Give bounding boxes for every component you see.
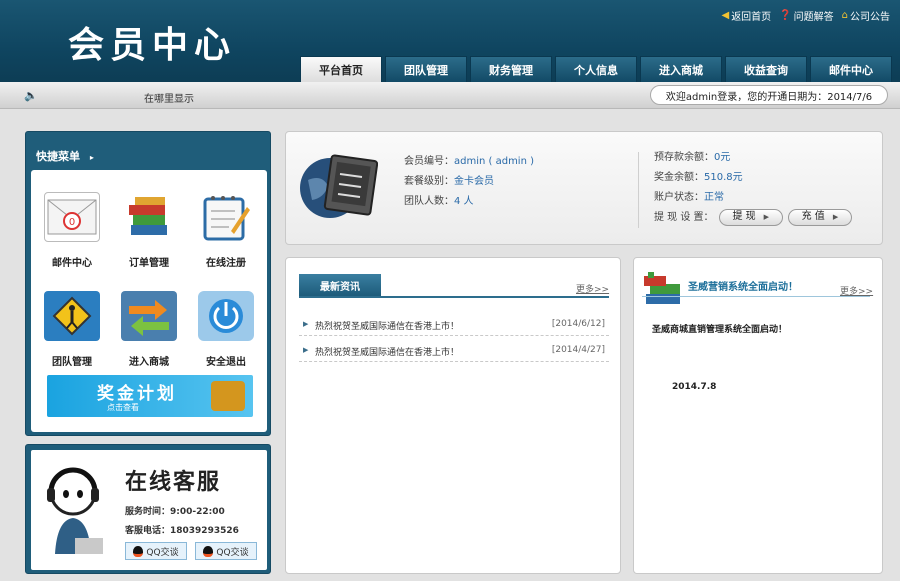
bullet-icon: ▶ — [303, 320, 309, 328]
quick-item-logout[interactable]: 安全退出 — [191, 291, 261, 368]
quick-item-label: 团队管理 — [52, 357, 92, 368]
quick-item-label: 订单管理 — [129, 258, 169, 269]
bonus-plan-banner[interactable]: 奖金计划 点击查看 — [47, 375, 253, 417]
tab-shop[interactable]: 进入商城 — [640, 56, 722, 82]
tab-home[interactable]: 平台首页 — [300, 56, 382, 83]
level-row: 套餐级别：金卡会员 — [404, 176, 494, 187]
customer-service: 在线客服 服务时间：9:00-22:00 客服电话：18039293526 QQ… — [25, 444, 271, 574]
home-link[interactable]: ◀ 返回首页 — [721, 8, 771, 23]
news-item[interactable]: ▶ 热烈祝贺圣威国际通信在香港上市！ [2014/6/12] — [299, 314, 609, 336]
announcement-link[interactable]: ⌂ 公司公告 — [842, 8, 890, 23]
quick-item-label: 在线注册 — [206, 258, 246, 269]
quick-item-shop[interactable]: 进入商城 — [114, 291, 184, 368]
home-icon: ⌂ — [841, 10, 848, 21]
member-info: 会员编号：admin ( admin ) 套餐级别：金卡会员 团队人数：4 人 — [404, 152, 534, 212]
qq-chat-button[interactable]: QQ交谈 — [125, 542, 187, 560]
quick-item-label: 进入商城 — [129, 357, 169, 368]
svg-text:0: 0 — [69, 217, 75, 228]
mail-icon: 0 — [44, 192, 100, 242]
register-icon — [198, 192, 254, 242]
status-row: 账户状态：正常 — [654, 192, 724, 203]
team-sign-icon — [44, 291, 100, 341]
announcement-text: 圣威商城直销管理系统全面启动！ — [652, 325, 788, 335]
globe-monitor-icon — [298, 146, 379, 228]
tab-earnings[interactable]: 收益查询 — [725, 56, 807, 82]
tab-finance[interactable]: 财务管理 — [470, 56, 552, 82]
qq-penguin-icon — [203, 545, 214, 557]
service-body: 在线客服 服务时间：9:00-22:00 客服电话：18039293526 QQ… — [31, 450, 267, 570]
service-hours: 服务时间：9:00-22:00 — [125, 507, 225, 517]
quick-item-team[interactable]: 团队管理 — [37, 291, 107, 368]
service-phone: 客服电话：18039293526 — [125, 526, 239, 536]
books-icon — [642, 272, 686, 308]
sub-bar: 🔈 在哪里显示 欢迎admin登录，您的开通日期为：2014/7/6 — [0, 82, 900, 109]
quick-item-mail[interactable]: 0 邮件中心 — [37, 192, 107, 269]
power-icon — [198, 291, 254, 341]
announcement-panel: 圣威营销系统全面启动！ 更多>> 圣威商城直销管理系统全面启动！ 2014.7.… — [633, 257, 883, 574]
member-no-row: 会员编号：admin ( admin ) — [404, 156, 535, 167]
main-nav: 平台首页 团队管理 财务管理 个人信息 进入商城 收益查询 邮件中心 — [300, 56, 892, 83]
quick-menu: 快捷菜单 ▸ 0 邮件中心 订单管理 在线注册 团队管理 进入商城 安全退出 奖… — [25, 131, 271, 436]
news-more-link[interactable]: 更多>> — [576, 282, 609, 295]
quick-menu-title: 快捷菜单 ▸ — [36, 150, 94, 163]
balance-info: 预存款余额：0元 奖金余额：510.8元 账户状态：正常 提 现 设 置： 提 … — [654, 148, 852, 228]
bonus-title: 奖金计划 — [97, 384, 177, 404]
bullet-icon: ▶ — [303, 346, 309, 354]
qq-penguin-icon — [133, 545, 144, 557]
quick-item-register[interactable]: 在线注册 — [191, 192, 261, 269]
support-agent-icon — [45, 464, 107, 556]
arrow-right-icon: ▶ — [763, 213, 770, 221]
settings-row: 提 现 设 置： 提 现 ▶ 充 值 ▶ — [654, 208, 852, 228]
speaker-icon: 🔈 — [24, 89, 38, 102]
account-summary: 会员编号：admin ( admin ) 套餐级别：金卡会员 团队人数：4 人 … — [285, 131, 883, 245]
top-links: ◀ 返回首页 ❓ 问题解答 ⌂ 公司公告 — [721, 8, 890, 23]
divider — [638, 152, 639, 228]
bonus-subtitle: 点击查看 — [107, 403, 139, 412]
tab-profile[interactable]: 个人信息 — [555, 56, 637, 82]
tab-team[interactable]: 团队管理 — [385, 56, 467, 82]
arrow-right-icon: ▶ — [832, 213, 839, 221]
qq-chat-button[interactable]: QQ交谈 — [195, 542, 257, 560]
deposit-row: 预存款余额：0元 — [654, 152, 731, 163]
help-icon: ❓ — [779, 10, 792, 21]
announcement-divider — [642, 296, 870, 297]
bonus-row: 奖金余额：510.8元 — [654, 172, 743, 183]
logo: 会员中心 — [68, 24, 237, 66]
welcome-message: 欢迎admin登录，您的开通日期为：2014/7/6 — [650, 85, 888, 105]
news-item[interactable]: ▶ 热烈祝贺圣威国际通信在香港上市！ [2014/4/27] — [299, 340, 609, 362]
service-title: 在线客服 — [125, 470, 222, 495]
quick-item-orders[interactable]: 订单管理 — [114, 192, 184, 269]
books-icon — [121, 192, 177, 242]
header: 会员中心 ◀ 返回首页 ❓ 问题解答 ⌂ 公司公告 平台首页 团队管理 财务管理 个人… — [0, 0, 900, 83]
tab-mail[interactable]: 邮件中心 — [810, 56, 892, 82]
team-row: 团队人数：4 人 — [404, 196, 474, 207]
speaker-icon: ◀ — [721, 10, 730, 21]
announcement-title[interactable]: 圣威营销系统全面启动！ — [688, 278, 798, 293]
marquee-text: 在哪里显示 — [144, 94, 194, 105]
news-divider — [299, 296, 609, 298]
quick-item-label: 邮件中心 — [52, 258, 92, 269]
shop-arrows-icon — [121, 291, 177, 341]
quick-menu-body: 0 邮件中心 订单管理 在线注册 团队管理 进入商城 安全退出 奖金计划 点击查… — [31, 170, 267, 432]
withdraw-button[interactable]: 提 现 ▶ — [718, 208, 783, 226]
recharge-button[interactable]: 充 值 ▶ — [787, 208, 852, 226]
faq-link[interactable]: ❓ 问题解答 — [779, 8, 833, 23]
announcement-date: 2014.7.8 — [672, 382, 717, 392]
quick-item-label: 安全退出 — [206, 357, 246, 368]
treasure-chest-icon — [211, 381, 245, 411]
news-panel: 最新资讯 更多>> ▶ 热烈祝贺圣威国际通信在香港上市！ [2014/6/12]… — [285, 257, 621, 574]
news-tab[interactable]: 最新资讯 — [299, 274, 381, 296]
